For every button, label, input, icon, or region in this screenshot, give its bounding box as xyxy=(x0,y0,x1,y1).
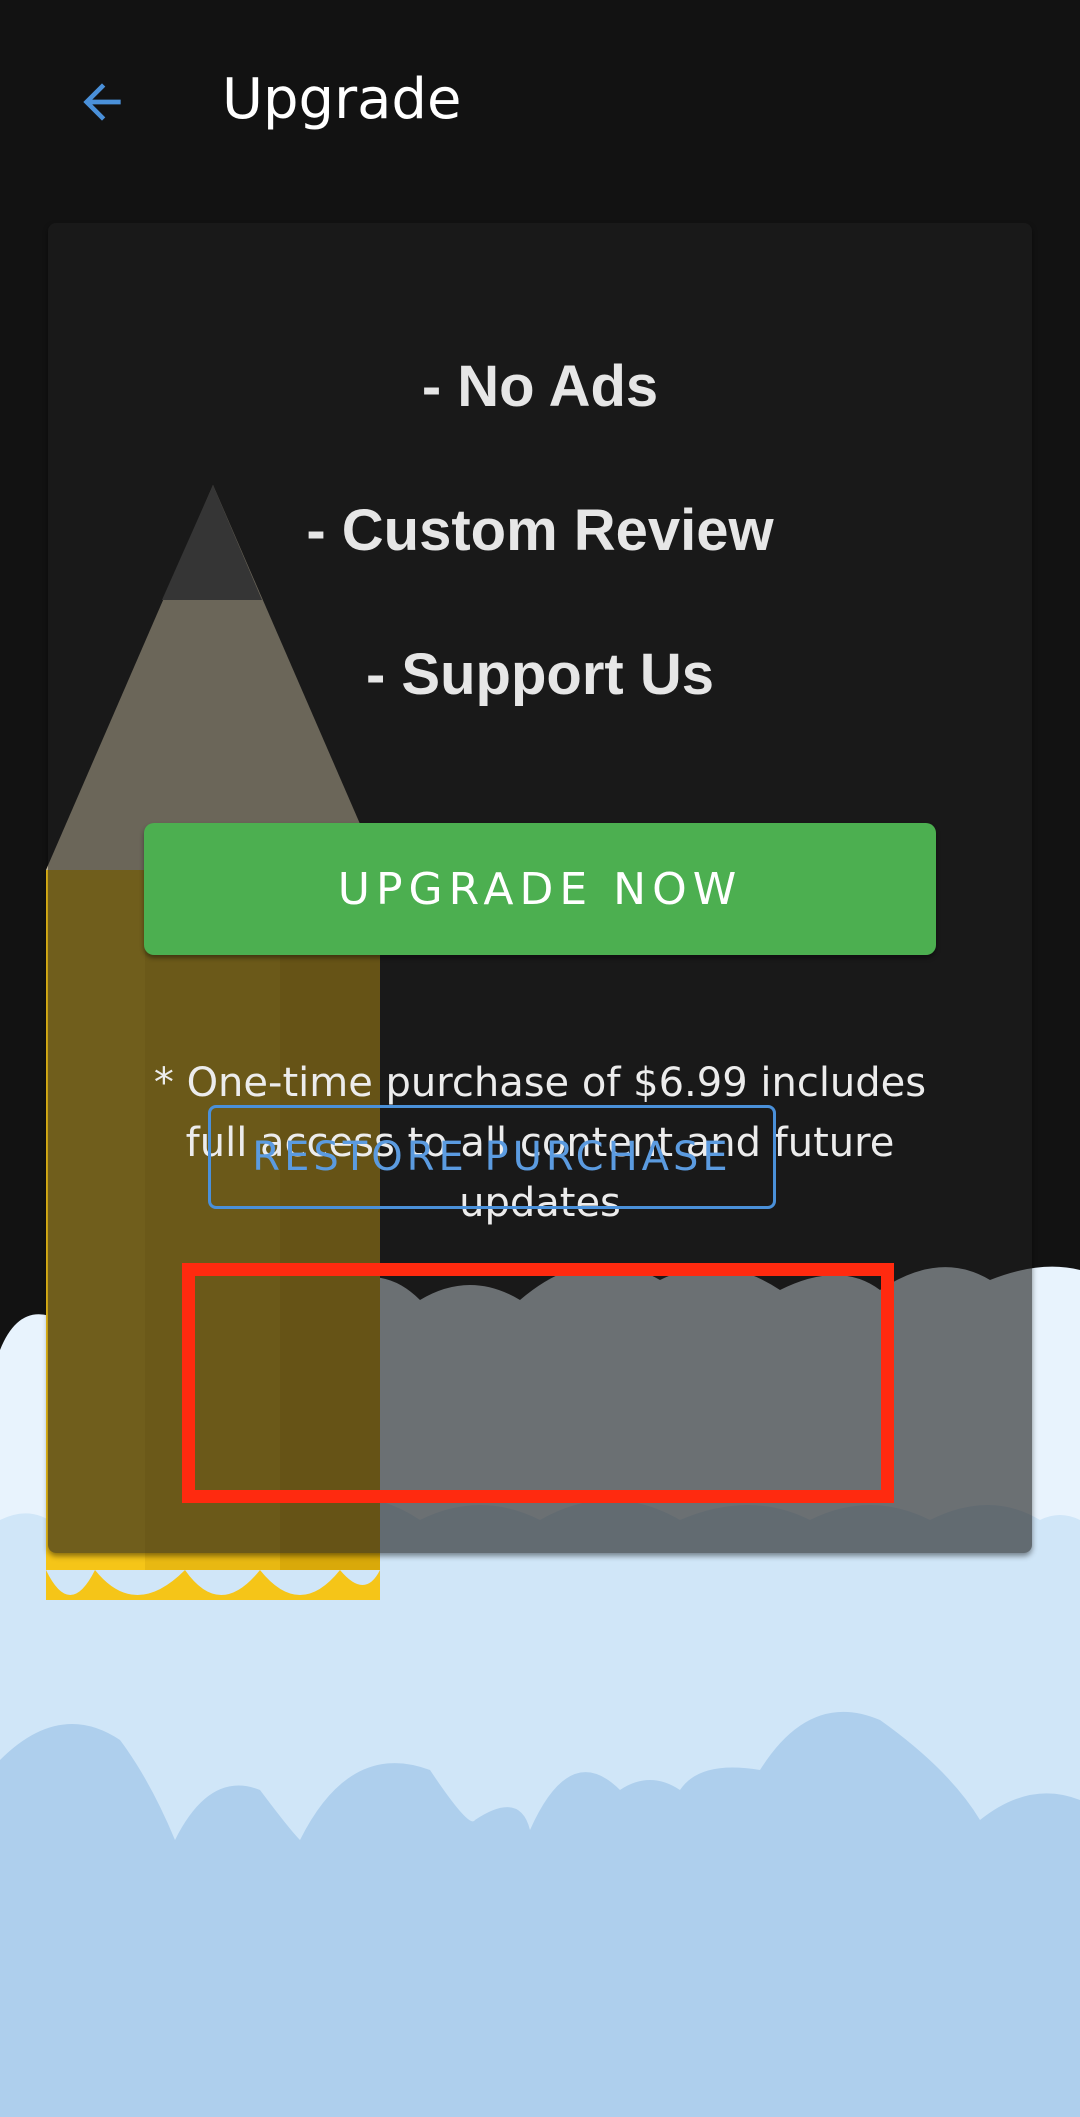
upgrade-screen: Upgrade - No Ads - Custom Review - Suppo… xyxy=(0,0,1080,2117)
arrow-left-icon xyxy=(83,83,121,121)
app-bar: Upgrade xyxy=(0,0,1080,200)
upgrade-now-button[interactable]: UPGRADE NOW xyxy=(144,823,936,955)
page-title: Upgrade xyxy=(222,67,462,132)
back-button[interactable] xyxy=(62,62,142,142)
feature-support-us: - Support Us xyxy=(366,642,714,707)
feature-custom-review: - Custom Review xyxy=(306,498,774,563)
restore-purchase-button[interactable]: RESTORE PURCHASE xyxy=(208,1105,776,1209)
feature-no-ads: - No Ads xyxy=(421,354,659,419)
upgrade-card: - No Ads - Custom Review - Support Us UP… xyxy=(48,223,1032,1553)
